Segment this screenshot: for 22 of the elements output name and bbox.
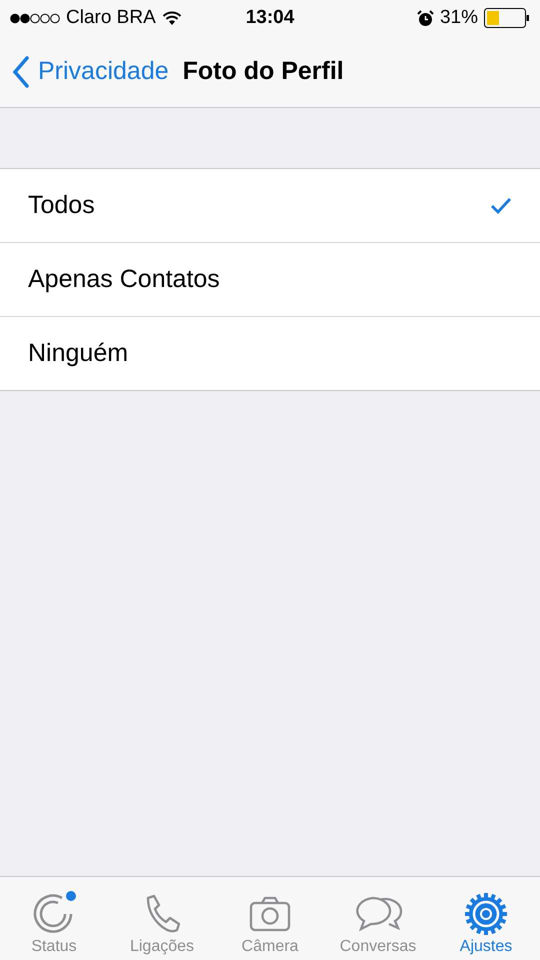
option-label: Todos: [28, 191, 95, 220]
gear-icon: [464, 892, 508, 936]
tab[interactable]: Conversas: [324, 877, 432, 960]
battery-percent: 31%: [440, 7, 478, 29]
chevron-icon: [12, 56, 30, 88]
option-label: Ninguém: [28, 339, 128, 368]
tab[interactable]: Ajustes: [432, 877, 540, 960]
alarm-icon: [416, 10, 434, 26]
carrier-name: Claro BRA: [66, 7, 156, 29]
signal-icon: [10, 12, 60, 24]
clock-time: 13:04: [246, 7, 294, 29]
tab[interactable]: Ligações: [108, 877, 216, 960]
battery-icon: [484, 8, 530, 28]
back-button[interactable]: Privacidade: [12, 56, 169, 88]
wifi-icon: [162, 10, 182, 26]
option-row[interactable]: Ninguém: [0, 316, 540, 390]
tab[interactable]: Câmera: [216, 877, 324, 960]
tab[interactable]: Status: [0, 877, 108, 960]
option-row[interactable]: Apenas Contatos: [0, 242, 540, 316]
page-title: Foto do Perfil: [182, 57, 344, 86]
option-row[interactable]: Todos: [0, 169, 540, 242]
option-label: Apenas Contatos: [28, 265, 220, 294]
